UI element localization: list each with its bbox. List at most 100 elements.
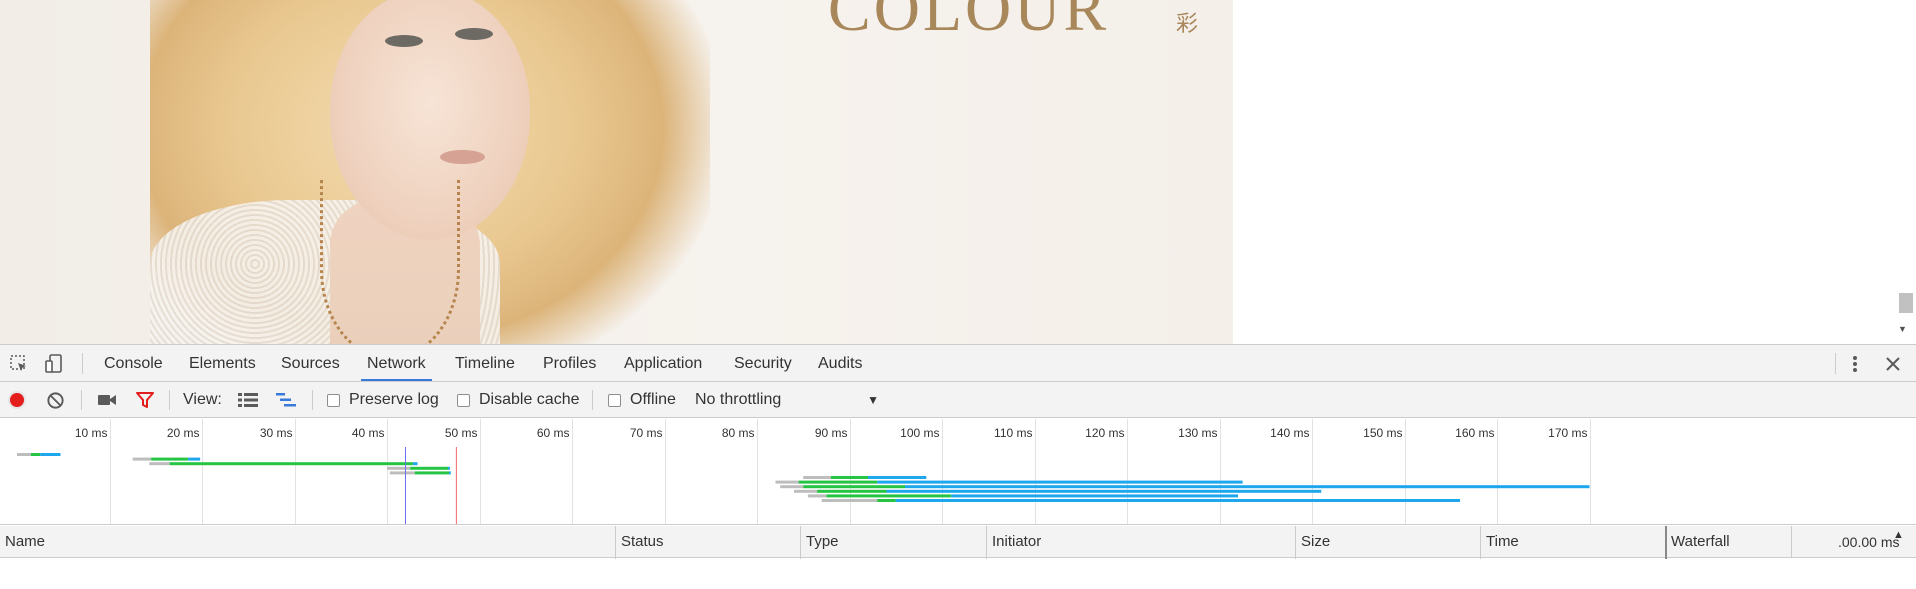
requests-table-body[interactable] <box>0 559 1916 589</box>
overview-tick-label: 150 ms <box>1363 426 1402 440</box>
brand-logo: COLOUR <box>828 0 1110 44</box>
tabbar-divider <box>82 353 83 374</box>
request-download-bar <box>905 485 1590 489</box>
overview-tick-label: 130 ms <box>1178 426 1217 440</box>
overview-waterfall-icon[interactable] <box>275 389 297 411</box>
large-rows-icon[interactable] <box>237 389 259 411</box>
request-queue-bar <box>803 476 831 479</box>
column-header-status[interactable]: Status <box>616 526 664 558</box>
overview-tick-label: 40 ms <box>352 426 385 440</box>
brand-logo-cn: 彩 <box>1176 11 1199 36</box>
overview-tick-label: 90 ms <box>815 426 848 440</box>
scroll-down-arrow-icon[interactable]: ▼ <box>1898 324 1907 334</box>
request-download-bar <box>877 480 1243 484</box>
tab-console[interactable]: Console <box>100 345 167 381</box>
device-toolbar-icon[interactable] <box>43 353 65 375</box>
waterfall-time-label: .00.00 ms <box>1838 534 1900 550</box>
request-queue-bar <box>775 480 799 484</box>
request-queue-bar <box>794 489 818 493</box>
sort-ascending-icon[interactable]: ▲ <box>1893 529 1904 541</box>
request-download-bar <box>188 457 201 461</box>
column-header-waterfall[interactable]: Waterfall <box>1666 526 1730 558</box>
overview-tick-label: 140 ms <box>1270 426 1309 440</box>
request-waiting-bar <box>414 471 449 475</box>
devtools-tabbar: Console Elements Sources Network Timelin… <box>0 345 1916 382</box>
request-waiting-bar <box>169 462 413 466</box>
column-header-time[interactable]: Time <box>1481 526 1519 558</box>
request-download-bar <box>448 466 450 470</box>
overview-tick-label: 120 ms <box>1085 426 1124 440</box>
request-download-bar <box>448 471 451 475</box>
request-queue-bar <box>821 499 878 502</box>
disable-cache-checkbox[interactable]: Disable cache <box>457 389 580 411</box>
tab-elements[interactable]: Elements <box>185 345 260 381</box>
clear-icon[interactable] <box>46 389 65 411</box>
request-download-bar <box>868 476 927 479</box>
inspect-element-icon[interactable] <box>8 353 30 375</box>
model-necklace <box>320 180 460 344</box>
request-queue-bar <box>780 485 804 489</box>
overview-tick-label: 60 ms <box>537 426 570 440</box>
request-waiting-bar <box>410 466 449 470</box>
tab-timeline[interactable]: Timeline <box>451 345 519 381</box>
request-waiting-bar <box>151 457 189 461</box>
tab-application[interactable]: Application <box>620 345 706 381</box>
model-eye-left <box>385 35 423 47</box>
overview-tick-label: 20 ms <box>167 426 200 440</box>
waterfall-tick-divider <box>1791 526 1792 558</box>
request-queue-bar <box>132 457 152 461</box>
overview-tick-label: 110 ms <box>994 426 1032 440</box>
chevron-down-icon: ▼ <box>867 393 879 407</box>
model-lips <box>440 150 485 164</box>
disable-cache-label: Disable cache <box>479 391 580 408</box>
request-waiting-bar <box>831 476 868 479</box>
more-options-icon[interactable] <box>1844 353 1866 375</box>
offline-checkbox[interactable]: Offline <box>608 389 676 411</box>
tab-sources[interactable]: Sources <box>277 345 344 381</box>
record-button[interactable] <box>7 389 27 411</box>
request-download-bar <box>951 494 1238 498</box>
column-header-initiator[interactable]: Initiator <box>987 526 1041 558</box>
preserve-log-checkbox[interactable]: Preserve log <box>327 389 439 411</box>
request-waiting-bar <box>30 453 41 456</box>
request-waiting-bar <box>803 485 905 489</box>
page-scrollbar-thumb[interactable] <box>1899 293 1913 313</box>
tab-network[interactable]: Network <box>361 345 432 381</box>
toolbar-divider <box>81 390 82 410</box>
tab-profiles[interactable]: Profiles <box>539 345 600 381</box>
overview-tick-label: 30 ms <box>260 426 293 440</box>
tabbar-divider-right <box>1835 353 1836 374</box>
tab-security[interactable]: Security <box>730 345 796 381</box>
request-queue-bar <box>807 494 827 498</box>
request-waiting-bar <box>877 499 896 502</box>
network-toolbar: View: Preserve log Disable cache Offline… <box>0 382 1916 418</box>
column-header-name[interactable]: Name <box>0 526 45 558</box>
preserve-log-label: Preserve log <box>349 391 439 408</box>
overview-tick-label: 100 ms <box>900 426 939 440</box>
filter-icon[interactable] <box>135 389 155 411</box>
request-download-bar <box>412 462 418 466</box>
request-download-bar <box>40 453 61 456</box>
throttling-select[interactable]: No throttling ▼ <box>695 389 885 411</box>
request-download-bar <box>895 499 1460 502</box>
overview-tick-label: 160 ms <box>1455 426 1494 440</box>
devtools-panel: Console Elements Sources Network Timelin… <box>0 344 1916 589</box>
request-waiting-bar <box>826 494 952 498</box>
column-header-size[interactable]: Size <box>1296 526 1330 558</box>
close-devtools-icon[interactable] <box>1882 353 1904 375</box>
capture-screenshots-icon[interactable] <box>97 389 117 411</box>
request-download-bar <box>886 489 1322 493</box>
tab-audits[interactable]: Audits <box>814 345 866 381</box>
request-queue-bar <box>387 466 411 470</box>
toolbar-divider <box>592 390 593 410</box>
hero-banner-image: COLOUR 彩 <box>0 0 1233 344</box>
request-queue-bar <box>149 462 170 466</box>
request-queue-bar <box>17 453 31 456</box>
overview-tick-label: 10 ms <box>75 426 108 440</box>
column-header-type[interactable]: Type <box>801 526 839 558</box>
overview-timeline-chart: 10 ms 20 ms 30 ms 40 ms 50 ms 60 ms 70 ms 80 ms… <box>17 419 1591 524</box>
network-overview[interactable]: 10 ms 20 ms 30 ms 40 ms 50 ms 60 ms 70 ms 80 ms… <box>0 419 1916 525</box>
overview-tick-label: 70 ms <box>630 426 663 440</box>
request-queue-bar <box>389 471 415 475</box>
toolbar-divider <box>312 390 313 410</box>
